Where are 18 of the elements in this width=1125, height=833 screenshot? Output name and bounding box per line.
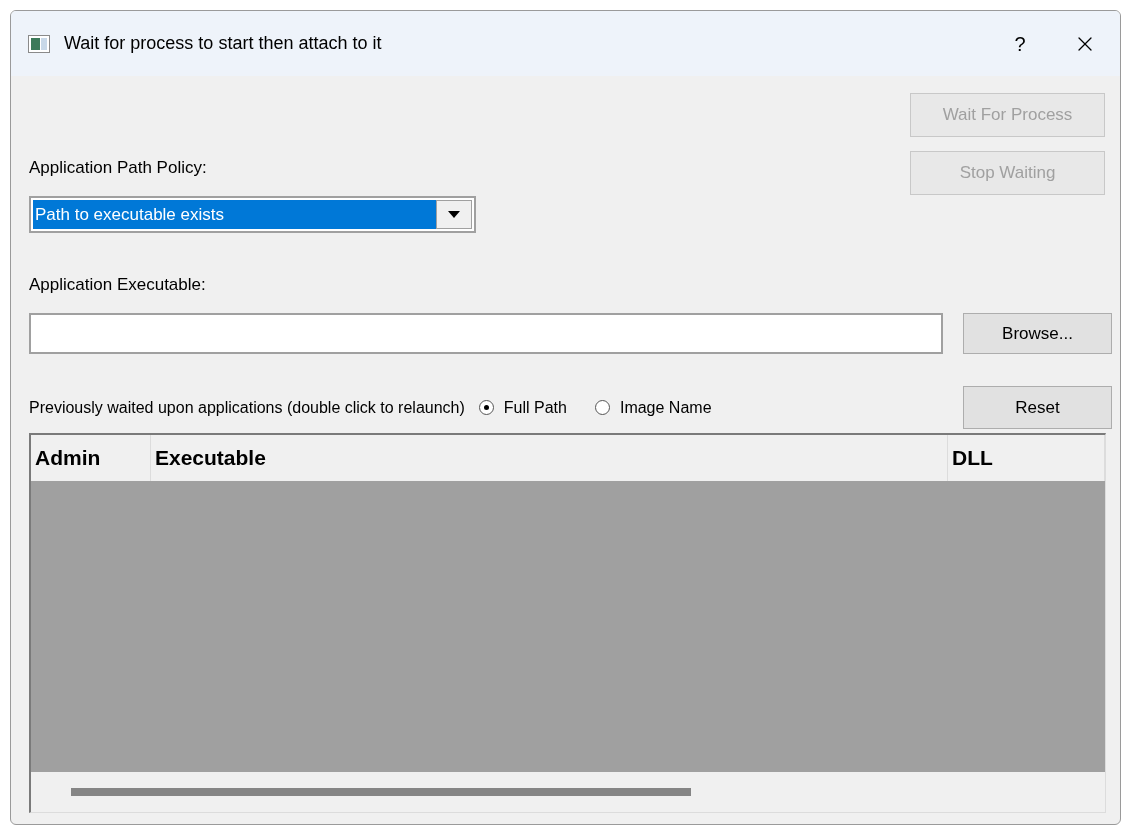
scrollbar-thumb[interactable] — [71, 788, 691, 796]
window-title: Wait for process to start then attach to it — [64, 32, 382, 55]
radio-button[interactable] — [478, 400, 494, 415]
radio-option[interactable]: Full Path — [478, 395, 567, 420]
caret-icon — [448, 211, 460, 218]
history-label: Previously waited upon applications (double click to relaunch) — [29, 397, 465, 418]
policy-label: Application Path Policy: — [29, 157, 208, 179]
executable-field[interactable] — [29, 313, 943, 354]
radio-option[interactable]: Image Name — [594, 395, 712, 420]
app-icon — [28, 34, 50, 53]
executable-label: Application Executable: — [29, 274, 207, 296]
policy-dropdown[interactable]: Path to executable exists — [29, 196, 476, 233]
radio-button[interactable] — [594, 400, 610, 415]
reset-button[interactable]: Reset — [963, 386, 1112, 429]
dropdown-button[interactable] — [436, 200, 472, 229]
dropdown-value: Path to executable exists — [33, 200, 436, 229]
help-button[interactable]: ? — [1000, 28, 1040, 59]
browse-button[interactable]: Browse... — [963, 313, 1112, 354]
